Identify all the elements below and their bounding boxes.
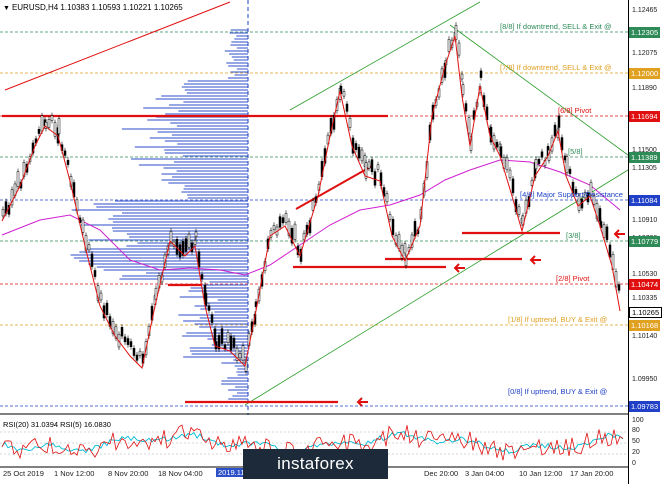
level-label: [3/8] xyxy=(566,231,581,240)
level-label: [1/8] If uptrend, BUY & Exit @ xyxy=(508,315,608,324)
level-label: [5/8] xyxy=(568,147,583,156)
date-label: 25 Oct 2019 xyxy=(3,469,44,478)
level-price-tag: 1.11694 xyxy=(629,111,660,122)
level-price-tag: 1.10265 xyxy=(629,307,663,318)
date-label: 3 Jan 04:00 xyxy=(465,469,505,478)
price-tick: 1.12465 xyxy=(632,7,658,14)
level-price-tag: 1.10168 xyxy=(629,320,661,331)
instaforex-watermark: instaforex xyxy=(243,449,388,479)
level-label: [2/8] Pivot xyxy=(556,274,590,283)
price-tick: 1.10530 xyxy=(632,271,658,278)
date-label: 18 Nov 04:00 xyxy=(158,469,203,478)
date-label: 1 Nov 12:00 xyxy=(54,469,95,478)
price-tick: 1.10335 xyxy=(632,295,658,302)
price-tick: 1.10140 xyxy=(632,333,658,340)
date-label: 8 Nov 20:00 xyxy=(108,469,149,478)
date-label: 17 Jan 20:00 xyxy=(570,469,614,478)
level-label: [6/8] Pivot xyxy=(558,106,592,115)
chart-window[interactable]: ▼ EURUSD,H4 1.10383 1.10593 1.10221 1.102… xyxy=(0,0,665,484)
date-label: Dec 20:00 xyxy=(424,469,459,478)
level-price-tag: 1.10779 xyxy=(629,236,661,247)
ohlc-values: 1.10383 1.10593 1.10221 1.10265 xyxy=(60,3,183,12)
collapse-triangle-icon[interactable]: ▼ xyxy=(3,5,10,12)
rsi-tick: 0 xyxy=(632,460,636,467)
watermark-text: instaforex xyxy=(277,454,354,473)
level-label: [4/8] Major Support/Resistance xyxy=(520,190,623,199)
level-price-tag: 1.09783 xyxy=(629,401,661,412)
rsi-title: RSI(20) 31.0394 RSI(5) 16.0830 xyxy=(3,420,111,429)
rsi-panel[interactable] xyxy=(0,0,628,484)
rsi-tick: 50 xyxy=(632,438,640,445)
level-price-tag: 1.12000 xyxy=(629,68,661,79)
level-label: [0/8] If uptrend, BUY & Exit @ xyxy=(508,387,608,396)
level-label: [7/8] If downtrend, SELL & Exit @ xyxy=(500,63,612,72)
price-tick: 1.09950 xyxy=(632,376,658,383)
level-price-tag: 1.11389 xyxy=(629,152,660,163)
symbol-label: EURUSD,H4 xyxy=(11,3,59,12)
price-tick: 1.11890 xyxy=(632,85,657,92)
level-price-tag: 1.12305 xyxy=(629,27,661,38)
rsi-tick: 20 xyxy=(632,449,640,456)
rsi-tick: 80 xyxy=(632,427,640,434)
rsi-tick: 100 xyxy=(632,417,644,424)
price-tick: 1.12075 xyxy=(632,50,658,57)
level-label: [8/8] If downtrend, SELL & Exit @ xyxy=(500,22,612,31)
date-label: 10 Jan 12:00 xyxy=(519,469,563,478)
price-tick: 1.11305 xyxy=(632,165,657,172)
level-price-tag: 1.11084 xyxy=(629,195,660,206)
level-price-tag: 1.10474 xyxy=(629,279,661,290)
price-tick: 1.10910 xyxy=(632,217,658,224)
chart-title: ▼ EURUSD,H4 1.10383 1.10593 1.10221 1.102… xyxy=(3,3,183,12)
